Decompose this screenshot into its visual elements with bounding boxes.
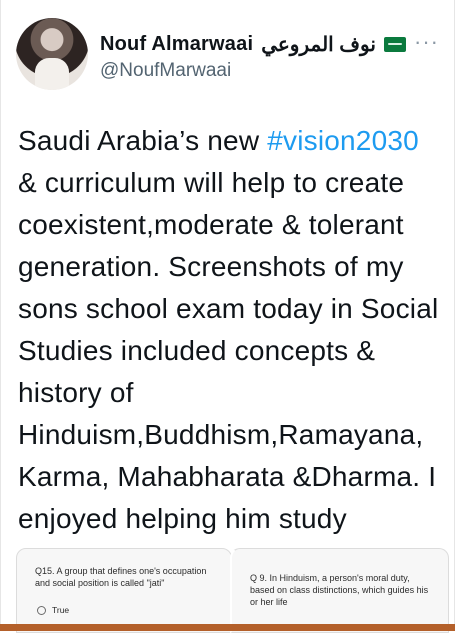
saudi-flag-icon bbox=[383, 36, 406, 52]
tweet-header: Nouf Almarwaai نوف المروعي @NoufMarwaai … bbox=[16, 18, 439, 92]
more-options-icon[interactable]: ··· bbox=[414, 31, 439, 53]
tweet-text-start: Saudi Arabia’s new bbox=[18, 125, 268, 156]
hashtag-link[interactable]: #vision2030 bbox=[267, 125, 419, 156]
answer-option-label: True bbox=[52, 605, 70, 615]
exam-question-15: Q15. A group that defines one's occupati… bbox=[35, 566, 207, 588]
tweet-text: Saudi Arabia’s new #vision2030 & curricu… bbox=[18, 120, 439, 540]
avatar[interactable] bbox=[16, 18, 88, 90]
media-card-2[interactable]: Q 9. In Hinduism, a person's moral duty,… bbox=[230, 548, 449, 633]
tweet-text-rest: & curriculum will help to create coexist… bbox=[18, 167, 439, 534]
radio-circle-icon bbox=[37, 605, 46, 615]
author-handle[interactable]: @NoufMarwaai bbox=[100, 60, 231, 82]
tweet-media: Q15. A group that defines one's occupati… bbox=[16, 548, 449, 633]
author-name-arabic[interactable]: نوف المروعي bbox=[261, 32, 376, 57]
exam-question-9: Q 9. In Hinduism, a person's moral duty,… bbox=[250, 573, 429, 607]
media-card-1[interactable]: Q15. A group that defines one's occupati… bbox=[16, 548, 232, 633]
author-name-row: Nouf Almarwaai نوف المروعي bbox=[100, 31, 409, 57]
answer-option: True bbox=[37, 605, 69, 615]
bottom-image-strip bbox=[0, 624, 455, 631]
author-name[interactable]: Nouf Almarwaai bbox=[100, 33, 253, 56]
